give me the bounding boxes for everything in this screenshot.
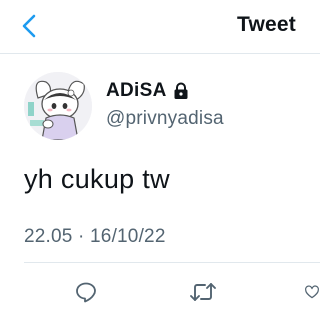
reply-button[interactable] — [72, 278, 100, 306]
tweet-text: yh cukup tw — [24, 164, 170, 194]
tweet-detail-screen: Tweet ADiSA @privnyadisa yh cukup tw 22.… — [0, 0, 320, 320]
heart-icon — [305, 285, 319, 299]
display-name-row[interactable]: ADiSA — [106, 80, 189, 102]
tweet-author: ADiSA @privnyadisa — [24, 72, 304, 142]
divider — [24, 262, 320, 263]
top-navigation-bar: Tweet — [0, 0, 320, 54]
like-button[interactable] — [304, 278, 320, 306]
tweet-actions-bar — [0, 270, 320, 314]
back-button[interactable] — [14, 10, 44, 42]
display-name: ADiSA — [106, 80, 167, 101]
retweet-button[interactable] — [189, 278, 217, 306]
tweet-timestamp[interactable]: 22.05 · 16/10/22 — [24, 226, 166, 248]
user-handle[interactable]: @privnyadisa — [106, 108, 224, 130]
reply-bubble-icon — [76, 282, 96, 303]
avatar[interactable] — [24, 72, 92, 140]
chevron-left-icon — [22, 14, 36, 38]
retweet-icon — [190, 283, 216, 301]
page-title: Tweet — [237, 13, 296, 36]
lock-icon — [174, 82, 188, 99]
cartoon-character-avatar-icon — [24, 72, 92, 140]
